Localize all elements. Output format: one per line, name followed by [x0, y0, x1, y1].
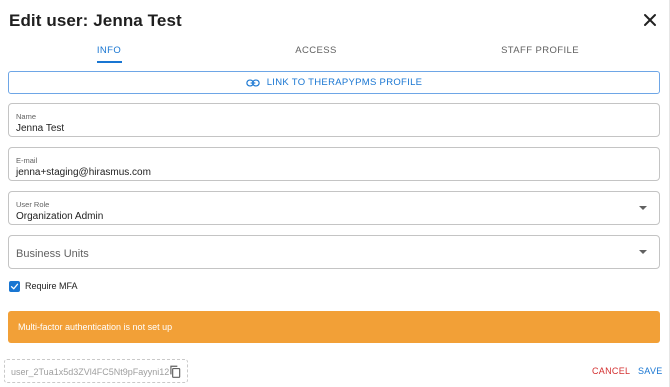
- close-icon[interactable]: [640, 10, 660, 30]
- edit-user-dialog: Edit user: Jenna Test INFO ACCESS STAFF …: [0, 0, 670, 387]
- require-mfa-label: Require MFA: [25, 281, 78, 291]
- mfa-warning-text: Multi-factor authentication is not set u…: [18, 322, 173, 332]
- chevron-down-icon[interactable]: [639, 250, 647, 254]
- save-button[interactable]: SAVE: [638, 366, 663, 376]
- name-label: Name: [16, 112, 37, 121]
- email-value: jenna+staging@hirasmus.com: [16, 167, 151, 178]
- tab-access[interactable]: ACCESS: [295, 45, 336, 56]
- user-role-value: Organization Admin: [16, 211, 104, 222]
- active-tab-indicator: [97, 61, 122, 63]
- email-label: E-mail: [16, 156, 38, 165]
- check-icon: [10, 283, 19, 289]
- copy-icon[interactable]: [168, 364, 182, 379]
- chevron-down-icon[interactable]: [639, 206, 647, 210]
- business-units-placeholder: Business Units: [16, 248, 89, 260]
- require-mfa-checkbox[interactable]: [9, 280, 20, 292]
- dialog-title: Edit user: Jenna Test: [9, 11, 182, 30]
- tab-staff-profile[interactable]: STAFF PROFILE: [501, 45, 579, 56]
- link-icon: [245, 79, 260, 86]
- name-value: Jenna Test: [16, 123, 65, 134]
- cancel-button[interactable]: CANCEL: [592, 366, 630, 376]
- user-role-select[interactable]: User Role Organization Admin: [8, 191, 660, 225]
- link-button-label: LINK TO THERAPYPMS PROFILE: [266, 77, 423, 88]
- email-field[interactable]: E-mail jenna+staging@hirasmus.com: [8, 147, 660, 181]
- name-field[interactable]: Name Jenna Test: [8, 103, 660, 137]
- mfa-warning-banner: Multi-factor authentication is not set u…: [8, 311, 660, 343]
- user-id-value: user_2Tua1x5d3ZVl4FC5Nt9pFayyni12: [11, 367, 170, 377]
- user-role-label: User Role: [16, 200, 50, 209]
- link-therapypms-profile-button[interactable]: LINK TO THERAPYPMS PROFILE: [8, 71, 660, 94]
- business-units-select[interactable]: Business Units: [8, 235, 660, 269]
- require-mfa-row: Require MFA: [9, 279, 78, 293]
- user-id-box: user_2Tua1x5d3ZVl4FC5Nt9pFayyni12: [4, 359, 188, 383]
- tab-info[interactable]: INFO: [97, 45, 121, 56]
